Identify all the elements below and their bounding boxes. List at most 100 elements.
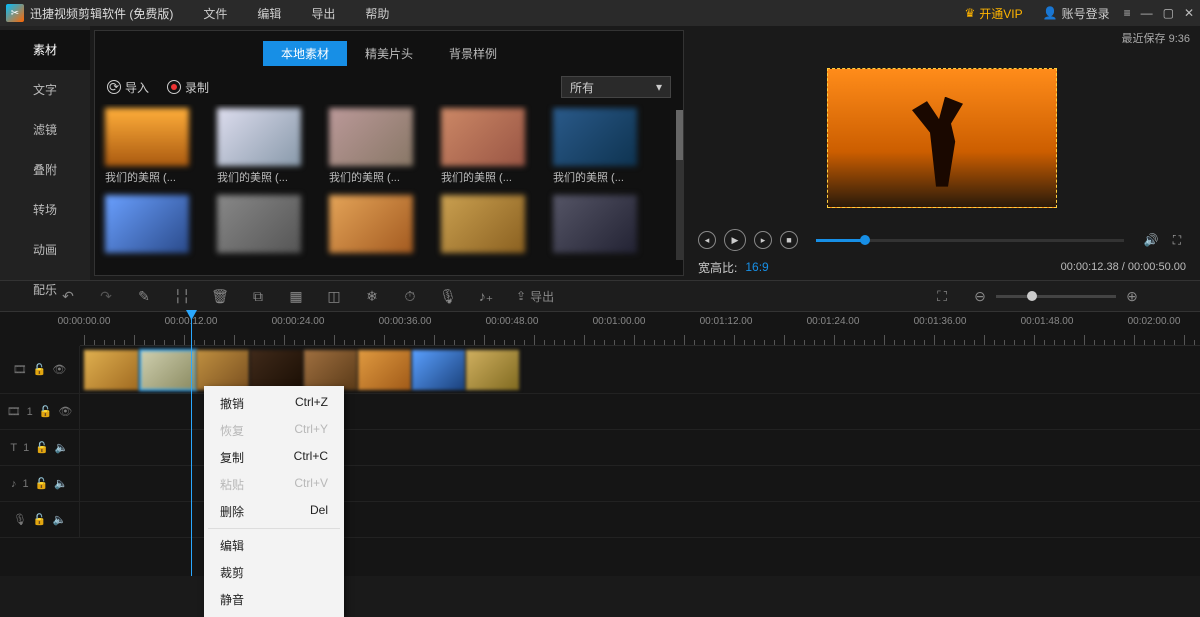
undo-icon[interactable]: ↶ (60, 288, 76, 304)
fullscreen-icon[interactable]: ⛶ (1168, 231, 1186, 249)
ctx-编辑[interactable]: 编辑 (204, 532, 344, 559)
mosaic-icon[interactable]: ▦ (288, 288, 304, 304)
media-thumb-5[interactable] (105, 195, 189, 256)
export-button[interactable]: ⇪ 导出 (516, 288, 554, 305)
stop-button[interactable]: ■ (780, 231, 798, 249)
media-thumb-9[interactable] (553, 195, 637, 256)
edit-icon[interactable]: ✎ (136, 288, 152, 304)
side-tab-6[interactable]: 配乐 (0, 270, 90, 310)
export-label: 导出 (530, 288, 554, 305)
fit-icon[interactable]: ⛶ (934, 288, 950, 304)
menu-help[interactable]: 帮助 (365, 5, 389, 22)
login-button[interactable]: 👤 账号登录 (1043, 5, 1110, 22)
media-thumb-6[interactable] (217, 195, 301, 256)
timeline-clip-1[interactable] (140, 350, 196, 390)
lock-icon[interactable]: 🔓 (35, 441, 49, 454)
ctx-撤销[interactable]: 撤销Ctrl+Z (204, 390, 344, 417)
zoom-in-icon[interactable]: ⊕ (1124, 288, 1140, 304)
media-tab-1[interactable]: 精美片头 (347, 41, 431, 66)
media-tab-2[interactable]: 背景样例 (431, 41, 515, 66)
eye-icon[interactable]: 👁 (52, 363, 66, 376)
minimize-icon[interactable]: — (1141, 6, 1153, 20)
media-thumb-7[interactable] (329, 195, 413, 256)
timeline-clip-0[interactable] (84, 350, 140, 390)
speaker-icon[interactable]: 🔈 (54, 477, 68, 490)
preview-seek-slider[interactable] (816, 239, 1124, 242)
menu-edit[interactable]: 编辑 (257, 5, 281, 22)
speaker-icon[interactable]: 🔈 (55, 441, 69, 454)
voice-icon[interactable]: 🎙 (440, 288, 456, 304)
timeline-clip-2[interactable] (196, 350, 250, 390)
side-tab-0[interactable]: 素材 (0, 30, 90, 70)
side-tab-3[interactable]: 叠附 (0, 150, 90, 190)
side-tab-2[interactable]: 滤镜 (0, 110, 90, 150)
next-frame-button[interactable]: ▸ (754, 231, 772, 249)
ctx-静音[interactable]: 静音 (204, 586, 344, 613)
media-thumb-4[interactable]: 我们的美照 (... (553, 108, 637, 185)
ctx-复制[interactable]: 复制Ctrl+C (204, 444, 344, 471)
timeline-clip-4[interactable] (304, 350, 358, 390)
media-tab-0[interactable]: 本地素材 (263, 41, 347, 66)
side-tab-5[interactable]: 动画 (0, 230, 90, 270)
zoom-control: ⊖ ⊕ (972, 288, 1140, 304)
crop-icon[interactable]: ⧉ (250, 288, 266, 304)
media-thumb-8[interactable] (441, 195, 525, 256)
preview-frame[interactable] (827, 68, 1057, 208)
volume-icon[interactable]: 🔊 (1142, 231, 1160, 249)
close-icon[interactable]: ✕ (1184, 6, 1194, 20)
thumb-image (217, 108, 301, 166)
timeline-clip-6[interactable] (412, 350, 466, 390)
timeline-clip-5[interactable] (358, 350, 412, 390)
aspect-ratio-value[interactable]: 16:9 (745, 260, 768, 274)
media-thumb-3[interactable]: 我们的美照 (... (441, 108, 525, 185)
playhead[interactable] (191, 312, 192, 576)
track-header-video2[interactable]: 🎞1 🔓 👁 (0, 394, 80, 429)
ctx-删除[interactable]: 删除Del (204, 498, 344, 525)
thumb-image (441, 108, 525, 166)
side-tab-1[interactable]: 文字 (0, 70, 90, 110)
media-thumb-0[interactable]: 我们的美照 (... (105, 108, 189, 185)
lock-icon[interactable]: 🔓 (39, 405, 53, 418)
track-header-mic[interactable]: 🎙 🔓 🔈 (0, 502, 80, 537)
media-scrollbar[interactable] (676, 110, 683, 260)
freeze-icon[interactable]: ❄ (364, 288, 380, 304)
thumb-image (329, 195, 413, 253)
timeline: 00:00:00.0000:00:12.0000:00:24.0000:00:3… (0, 312, 1200, 576)
zoom-out-icon[interactable]: ⊖ (972, 288, 988, 304)
record-button[interactable]: 录制 (167, 79, 209, 96)
menu-file[interactable]: 文件 (203, 5, 227, 22)
timeline-clip-3[interactable] (250, 350, 304, 390)
time-ruler[interactable]: 00:00:00.0000:00:12.0000:00:24.0000:00:3… (80, 312, 1200, 346)
split-icon[interactable]: ╎╎ (174, 288, 190, 304)
tts-icon[interactable]: ♪₊ (478, 288, 494, 304)
track-header-text[interactable]: T1 🔓 🔈 (0, 430, 80, 465)
speed-icon[interactable]: ⏱ (402, 288, 418, 304)
thumb-label: 我们的美照 (... (441, 169, 525, 185)
scrollbar-thumb[interactable] (676, 110, 683, 160)
side-tab-4[interactable]: 转场 (0, 190, 90, 230)
lock-icon[interactable]: 🔓 (33, 513, 47, 526)
zoom-slider[interactable] (996, 295, 1116, 298)
eye-icon[interactable]: 👁 (58, 405, 72, 418)
menu-export[interactable]: 导出 (311, 5, 335, 22)
prev-frame-button[interactable]: ◂ (698, 231, 716, 249)
play-button[interactable]: ▶ (724, 229, 746, 251)
media-thumb-2[interactable]: 我们的美照 (... (329, 108, 413, 185)
speaker-icon[interactable]: 🔈 (52, 513, 66, 526)
media-thumb-1[interactable]: 我们的美照 (... (217, 108, 301, 185)
lock-icon[interactable]: 🔓 (33, 363, 47, 376)
maximize-icon[interactable]: ▢ (1163, 6, 1174, 20)
hamburger-icon[interactable]: ≡ (1124, 6, 1131, 20)
vip-button[interactable]: ♛ 开通VIP (965, 5, 1023, 22)
delete-icon[interactable]: 🗑 (212, 288, 228, 304)
track-header-audio[interactable]: ♪1 🔓 🔈 (0, 466, 80, 501)
ctx-裁剪[interactable]: 裁剪 (204, 559, 344, 586)
import-button[interactable]: ⟳ 导入 (107, 79, 149, 96)
track-header-video[interactable]: 🎞 🔓 👁 (0, 346, 80, 393)
redo-icon[interactable]: ↷ (98, 288, 114, 304)
lock-icon[interactable]: 🔓 (35, 477, 49, 490)
timeline-clip-7[interactable] (466, 350, 520, 390)
thumb-image (441, 195, 525, 253)
pip-icon[interactable]: ◫ (326, 288, 342, 304)
filter-select[interactable]: 所有 ▾ (561, 76, 671, 98)
